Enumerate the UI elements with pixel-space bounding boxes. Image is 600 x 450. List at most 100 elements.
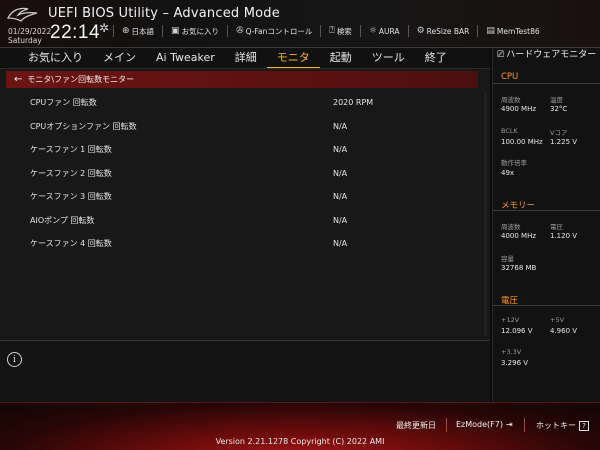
ezmode-button[interactable]: EzMode(F7) ⇥: [456, 420, 513, 429]
list-item[interactable]: ケースファン 1 回転数 N/A: [0, 138, 490, 162]
aura-label: AURA: [378, 26, 400, 36]
toolbar-divider: [477, 25, 479, 37]
list-item[interactable]: CPUオプションファン 回転数 N/A: [0, 115, 490, 139]
memory-capacity-label: 容量: [501, 255, 514, 263]
weekday-text: Saturday: [8, 36, 42, 45]
main-panel: ← モニタ\ファン回転数モニター CPUファン 回転数 2020 RPM CPUオ…: [0, 68, 490, 340]
list-item[interactable]: CPUファン 回転数 2020 RPM: [0, 91, 490, 115]
resize-bar-label: ReSize BAR: [426, 26, 470, 36]
language-label: 日本語: [131, 26, 155, 36]
footer-divider: [524, 418, 525, 432]
cpu-section-title: CPU: [501, 72, 519, 82]
section-divider: [493, 83, 600, 84]
row-label: ケースファン 1 回転数: [30, 145, 112, 155]
cpu-ratio-label: 動作倍率: [501, 159, 527, 167]
qfan-button[interactable]: ✇ Q-Fanコントロール: [236, 26, 312, 37]
row-label: ケースファン 3 回転数: [30, 192, 112, 202]
row-label: CPUオプションファン 回転数: [30, 121, 137, 131]
favorites-label: お気に入り: [181, 26, 220, 36]
list-item[interactable]: AIOポンプ 回転数 N/A: [0, 209, 490, 233]
tab-main[interactable]: メイン: [93, 49, 146, 67]
question-key-icon: ?: [579, 420, 589, 431]
main-menu: お気に入り メイン Ai Tweaker 詳細 モニタ 起動 ツール 終了: [0, 48, 490, 68]
help-icon: ⍰: [329, 26, 335, 36]
toolbar-divider: [227, 25, 229, 37]
row-value: N/A: [333, 168, 348, 178]
toolbar-divider: [407, 25, 409, 37]
last-modified-button[interactable]: 最終更新日: [396, 420, 436, 431]
cpu-vcore-value: 1.225 V: [550, 138, 578, 146]
resize-bar-icon: ⚙: [416, 26, 425, 36]
cpu-temp-label: 温度: [550, 96, 563, 104]
date-text: 01/29/2022: [8, 27, 52, 36]
v5-value: 4.960 V: [550, 327, 578, 335]
qfan-label: Q-Fanコントロール: [245, 26, 313, 36]
tab-advanced[interactable]: 詳細: [225, 49, 267, 67]
cpu-freq-value: 4900 MHz: [501, 105, 537, 113]
scrollbar[interactable]: [484, 91, 487, 336]
cpu-vcore-label: Vコア: [550, 129, 568, 137]
tab-tool[interactable]: ツール: [362, 49, 415, 67]
footer-divider: [446, 418, 447, 432]
gear-icon[interactable]: ✲: [99, 21, 109, 35]
v5-label: +5V: [550, 316, 565, 324]
fan-speed-list: CPUファン 回転数 2020 RPM CPUオプションファン 回転数 N/A ケー…: [0, 91, 490, 256]
resize-bar-button[interactable]: ⚙ ReSize BAR: [417, 26, 470, 36]
row-value: N/A: [333, 192, 348, 202]
memory-capacity-value: 32768 MB: [501, 264, 537, 272]
row-value: N/A: [333, 121, 348, 131]
cpu-temp-value: 32°C: [550, 105, 568, 113]
section-divider: [493, 210, 600, 211]
tab-ai-tweaker[interactable]: Ai Tweaker: [146, 49, 225, 67]
tab-monitor[interactable]: モニタ: [266, 49, 320, 68]
search-button[interactable]: ⍰ 検索: [329, 26, 351, 37]
back-arrow-icon[interactable]: ←: [14, 74, 22, 85]
globe-icon: ⊕: [122, 26, 130, 36]
toolbar-divider: [320, 25, 322, 37]
fan-icon: ✇: [236, 26, 244, 36]
row-label: ケースファン 4 回転数: [30, 239, 112, 249]
language-button[interactable]: ⊕ 日本語: [122, 26, 154, 37]
ezmode-label: EzMode(F7): [456, 420, 503, 429]
help-panel: i: [0, 340, 490, 402]
tab-exit[interactable]: 終了: [415, 49, 457, 67]
list-item[interactable]: ケースファン 2 回転数 N/A: [0, 162, 490, 186]
row-value: N/A: [333, 215, 348, 225]
cpu-freq-label: 周波数: [501, 96, 521, 104]
cpu-bclk-value: 100.00 MHz: [501, 138, 543, 146]
top-header: UEFI BIOS Utility – Advanced Mode 01/29/…: [0, 0, 600, 48]
memtest-icon: ▤: [486, 26, 495, 36]
row-value: N/A: [333, 145, 348, 155]
hotkeys-button[interactable]: ホットキー?: [536, 420, 589, 431]
row-label: CPUファン 回転数: [30, 98, 97, 108]
date-display: 01/29/2022 Saturday: [8, 27, 51, 45]
memtest-button[interactable]: ▤ MemTest86: [486, 26, 539, 36]
clock-time[interactable]: 22:14: [50, 22, 100, 44]
v33-label: +3.3V: [501, 348, 522, 356]
search-label: 検索: [336, 26, 352, 36]
info-icon: i: [7, 352, 22, 367]
list-item[interactable]: ケースファン 3 回転数 N/A: [0, 185, 490, 209]
memory-volt-value: 1.120 V: [550, 232, 578, 240]
tab-boot[interactable]: 起動: [320, 49, 362, 67]
list-item[interactable]: ケースファン 4 回転数 N/A: [0, 232, 490, 256]
aura-button[interactable]: ☼ AURA: [369, 26, 400, 36]
star-icon: ▣: [171, 26, 180, 36]
toolbar-divider: [359, 25, 361, 37]
v12-value: 12.096 V: [501, 327, 533, 335]
toolbar: ⊕ 日本語 ▣ お気に入り ✇ Q-Fanコントロール ⍰ 検索 ☼ AURA ⚙ ReSi…: [113, 25, 540, 37]
section-divider: [493, 305, 600, 306]
tab-favorites[interactable]: お気に入り: [18, 49, 93, 67]
hardware-monitor-title: ⎚ ハードウェアモニター: [497, 50, 600, 61]
exit-arrow-icon: ⇥: [505, 420, 513, 429]
favorites-button[interactable]: ▣ お気に入り: [171, 26, 219, 37]
row-label: AIOポンプ 回転数: [30, 215, 95, 225]
v12-label: +12V: [501, 316, 520, 324]
toolbar-divider: [113, 25, 114, 37]
memory-freq-value: 4000 MHz: [501, 232, 537, 240]
breadcrumb-text: モニタ\ファン回転数モニター: [27, 75, 135, 84]
breadcrumb[interactable]: ← モニタ\ファン回転数モニター: [6, 71, 478, 88]
cpu-ratio-value: 49x: [501, 169, 515, 177]
row-label: ケースファン 2 回転数: [30, 168, 112, 178]
last-modified-label: 最終更新日: [396, 421, 436, 430]
